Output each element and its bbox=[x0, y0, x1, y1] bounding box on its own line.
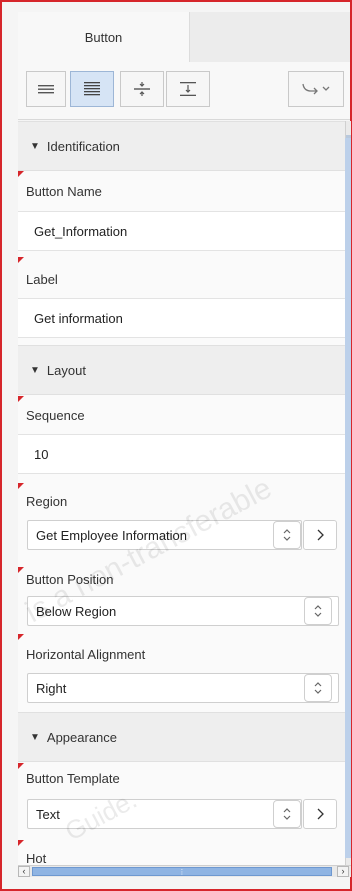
tab-button[interactable]: Button bbox=[18, 12, 190, 62]
dense-lines-icon bbox=[84, 82, 100, 96]
chevron-up-down-icon bbox=[314, 605, 322, 617]
horizontal-alignment-value: Right bbox=[36, 680, 67, 696]
button-template-label: Button Template bbox=[26, 771, 120, 786]
horizontal-alignment-select[interactable]: Right bbox=[27, 673, 339, 703]
button-name-label: Button Name bbox=[26, 184, 102, 199]
collapse-icon bbox=[134, 82, 150, 96]
section-layout[interactable]: ▼ Layout bbox=[18, 345, 345, 395]
required-marker bbox=[18, 171, 24, 177]
scroll-left-icon[interactable]: ‹ bbox=[18, 866, 30, 877]
required-marker bbox=[18, 634, 24, 640]
section-identification[interactable]: ▼ Identification bbox=[18, 121, 345, 171]
horizontal-scroll-thumb[interactable]: ⋮ bbox=[32, 867, 332, 876]
chevron-up-down-icon bbox=[283, 808, 291, 820]
region-go-button[interactable] bbox=[303, 520, 337, 550]
section-identification-title: Identification bbox=[46, 138, 120, 154]
expand-button[interactable] bbox=[166, 71, 210, 107]
button-position-value: Below Region bbox=[36, 603, 117, 619]
chevron-right-icon bbox=[317, 529, 324, 541]
button-template-select[interactable]: Text bbox=[27, 799, 302, 829]
toolbar bbox=[18, 62, 350, 120]
lines-icon bbox=[38, 85, 54, 94]
required-marker bbox=[18, 396, 24, 402]
required-marker bbox=[18, 840, 24, 846]
button-template-stepper[interactable] bbox=[273, 800, 301, 828]
sequence-label: Sequence bbox=[26, 408, 85, 423]
goto-arrow-icon bbox=[302, 83, 330, 95]
horizontal-alignment-stepper[interactable] bbox=[304, 674, 332, 702]
button-position-stepper[interactable] bbox=[304, 597, 332, 625]
required-marker bbox=[18, 483, 24, 489]
chevron-up-down-icon bbox=[314, 682, 322, 694]
horizontal-scrollbar[interactable]: ‹ ⋮ › bbox=[18, 865, 351, 877]
required-marker bbox=[18, 257, 24, 263]
horizontal-alignment-label: Horizontal Alignment bbox=[26, 647, 146, 662]
chevron-right-icon bbox=[317, 808, 324, 820]
collapse-button[interactable] bbox=[120, 71, 164, 107]
align-lines-dense-button[interactable] bbox=[70, 71, 114, 107]
collapse-triangle-icon: ▼ bbox=[30, 364, 40, 376]
button-position-label: Button Position bbox=[26, 572, 114, 587]
button-template-value: Text bbox=[36, 806, 60, 822]
label-value: Get information bbox=[34, 310, 123, 326]
scroll-right-icon[interactable]: › bbox=[337, 866, 349, 877]
section-appearance-title: Appearance bbox=[46, 729, 118, 745]
region-select[interactable]: Get Employee Information bbox=[27, 520, 302, 550]
vertical-scroll-track-highlight bbox=[345, 138, 351, 858]
hot-label: Hot bbox=[26, 851, 47, 866]
button-name-value: Get_Information bbox=[34, 223, 128, 239]
sequence-input[interactable]: 10 bbox=[18, 434, 345, 474]
chevron-up-down-icon bbox=[283, 529, 291, 541]
button-name-input[interactable]: Get_Information bbox=[18, 211, 345, 251]
region-value: Get Employee Information bbox=[36, 527, 188, 543]
tab-bar: Button bbox=[18, 12, 350, 62]
section-appearance[interactable]: ▼ Appearance bbox=[18, 712, 345, 762]
collapse-triangle-icon: ▼ bbox=[30, 731, 40, 743]
button-position-select[interactable]: Below Region bbox=[27, 596, 339, 626]
required-marker bbox=[18, 763, 24, 769]
properties-panel: ▼ Identification Button Name Get_Informa… bbox=[18, 121, 345, 877]
tab-button-label: Button bbox=[84, 29, 123, 45]
label-field-label: Label bbox=[26, 272, 58, 287]
required-marker bbox=[18, 567, 24, 573]
goto-dropdown-button[interactable] bbox=[288, 71, 344, 107]
expand-icon bbox=[180, 82, 196, 96]
collapse-triangle-icon: ▼ bbox=[30, 140, 40, 152]
button-template-go-button[interactable] bbox=[303, 799, 337, 829]
label-input[interactable]: Get information bbox=[18, 298, 345, 338]
align-lines-button[interactable] bbox=[26, 71, 66, 107]
sequence-value: 10 bbox=[34, 446, 49, 462]
section-layout-title: Layout bbox=[46, 362, 86, 378]
region-stepper[interactable] bbox=[273, 521, 301, 549]
region-label: Region bbox=[26, 494, 68, 509]
